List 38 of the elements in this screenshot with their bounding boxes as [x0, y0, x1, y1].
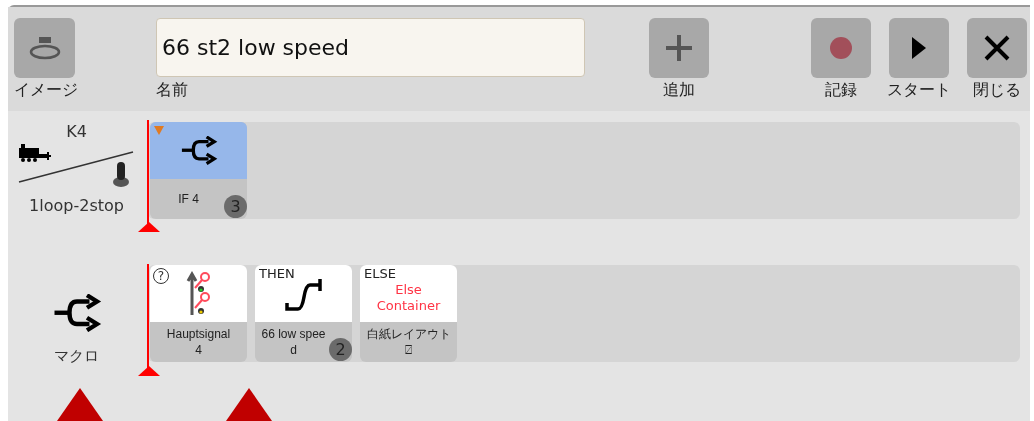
button-label: 閉じる — [973, 80, 1021, 100]
button-label: スタート — [887, 80, 951, 100]
count-badge: 3 — [224, 195, 247, 218]
card-tag: THEN — [259, 266, 295, 282]
macro-card[interactable]: ELSE Else Container 白紙レイアウト ⍁ — [360, 265, 457, 362]
train-loop-icon — [28, 35, 61, 61]
card-label: 66 low spee d — [261, 326, 326, 358]
button-label: 記録 — [825, 80, 857, 100]
branch-arrow-icon — [179, 136, 218, 165]
card-label: Hauptsignal 4 — [166, 326, 231, 358]
warning-marker-icon — [154, 126, 164, 135]
close-icon — [984, 35, 1010, 61]
macro-card[interactable]: ? Hauptsignal 4 — [150, 265, 247, 362]
record-icon — [829, 36, 853, 60]
name-field[interactable]: 66 st2 low speed — [156, 18, 585, 77]
up-arrow-icon — [226, 388, 272, 421]
row-title: K4 — [66, 122, 87, 142]
plus-icon — [664, 33, 694, 63]
count-badge: 2 — [329, 338, 352, 361]
card-label: 白紙レイアウト ⍁ — [366, 326, 451, 358]
add-button[interactable] — [649, 18, 709, 78]
close-button[interactable] — [967, 18, 1027, 78]
start-button[interactable] — [889, 18, 949, 78]
record-button[interactable] — [811, 18, 871, 78]
card-tag: ELSE — [364, 266, 396, 282]
macro-card[interactable]: THEN 66 low spee d 2 — [255, 265, 352, 362]
name-label: 名前 — [156, 80, 188, 100]
row-subtitle: 1loop-2stop — [29, 196, 124, 216]
macro-card[interactable]: IF 4 3 — [150, 122, 247, 219]
card-label: IF 4 — [178, 191, 199, 207]
image-button[interactable] — [14, 18, 75, 78]
image-label: イメージ — [14, 80, 78, 100]
play-icon — [911, 36, 927, 60]
button-label: 追加 — [663, 80, 695, 100]
signal-icon — [185, 270, 212, 317]
container-note: Else Container — [375, 281, 442, 314]
up-arrow-icon — [57, 388, 103, 421]
row-subtitle: マクロ — [54, 345, 99, 366]
